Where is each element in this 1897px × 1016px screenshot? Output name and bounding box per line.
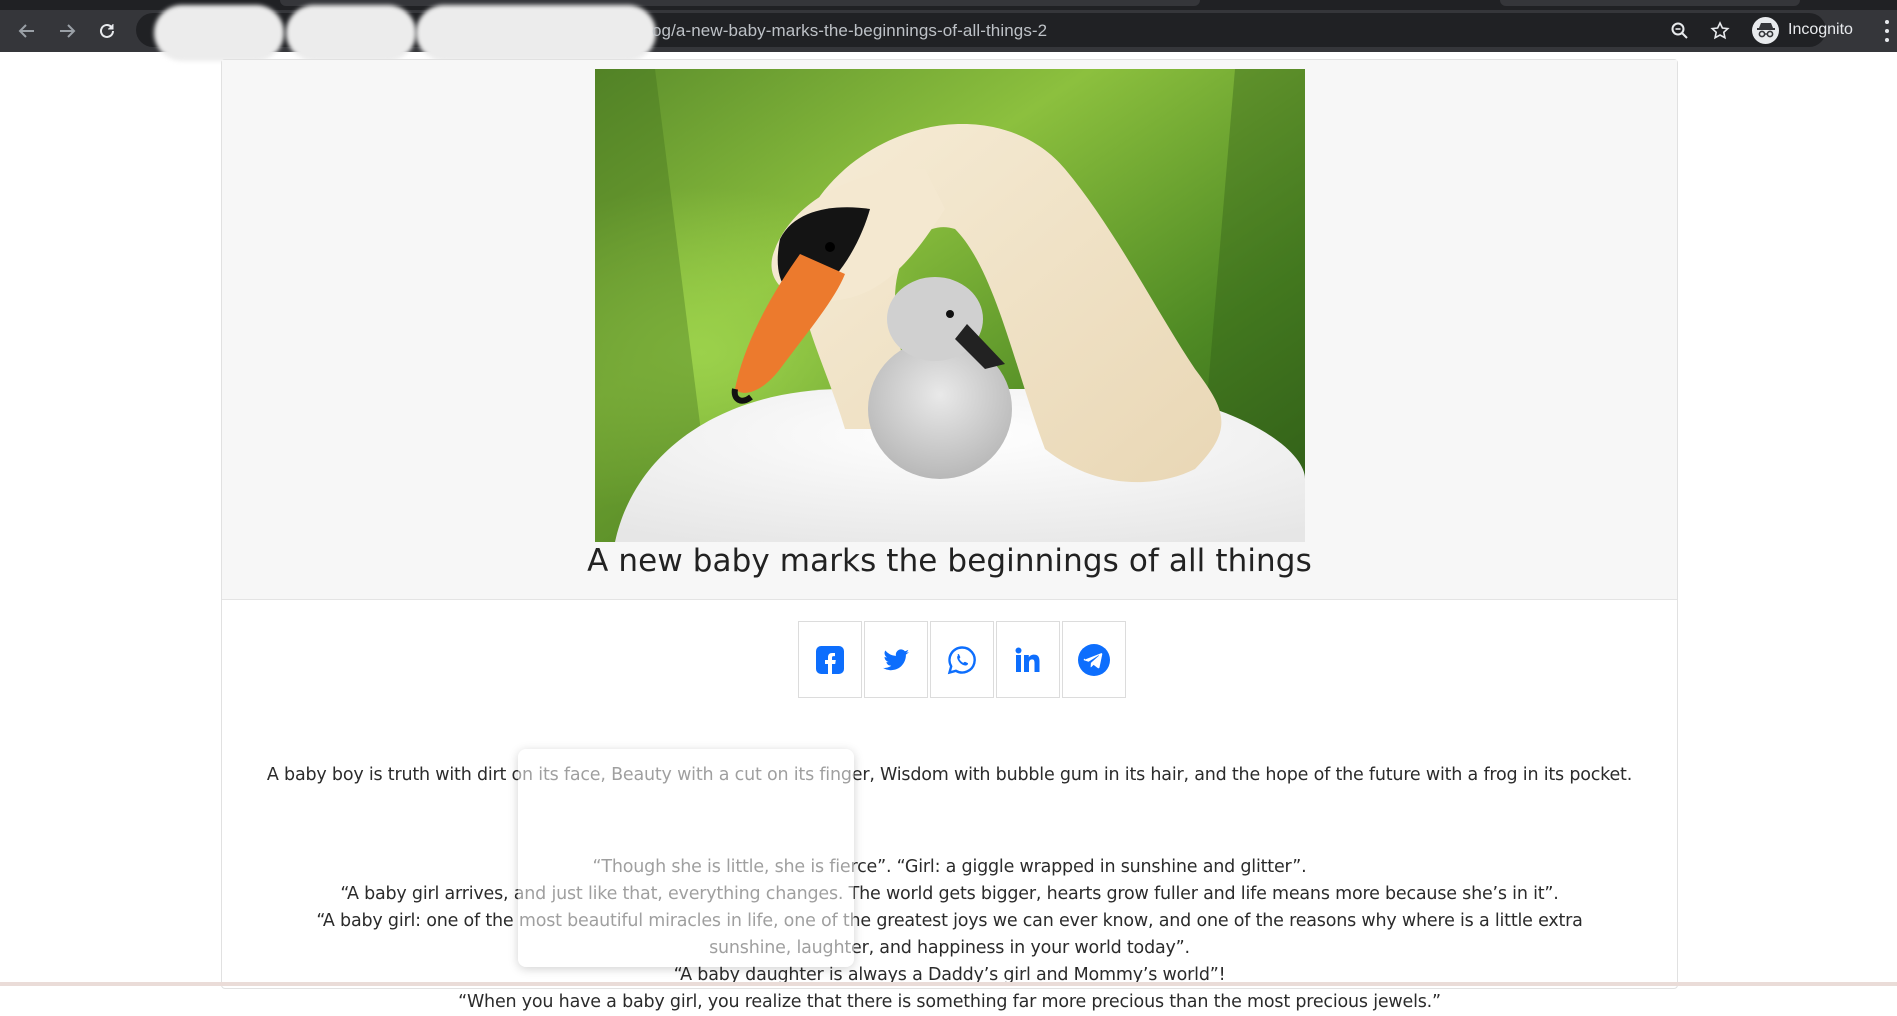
share-twitter-button[interactable] [864, 621, 928, 698]
incognito-icon [1752, 16, 1779, 44]
bookmark-button[interactable] [1707, 18, 1733, 44]
url-text[interactable]: og/a-new-baby-marks-the-beginnings-of-al… [652, 21, 1047, 41]
share-facebook-button[interactable] [798, 621, 862, 698]
incognito-label: Incognito [1788, 21, 1853, 38]
incognito-badge[interactable]: Incognito [1752, 15, 1853, 45]
address-bar[interactable]: og/a-new-baby-marks-the-beginnings-of-al… [136, 5, 1826, 61]
zoom-icon [1671, 22, 1688, 39]
twitter-icon [883, 648, 909, 670]
more-menu-icon[interactable] [1880, 20, 1894, 42]
browser-toolbar: og/a-new-baby-marks-the-beginnings-of-al… [0, 5, 1897, 61]
hero-image [595, 69, 1305, 542]
url-redaction [154, 5, 284, 61]
quotes-block: “Though she is little, she is fierce”. “… [282, 854, 1617, 1016]
active-tab[interactable] [280, 0, 1200, 6]
quote-line: “A baby girl: one of the most beautiful … [316, 911, 1583, 958]
forward-arrow-icon [60, 24, 76, 38]
page-bottom-border [0, 982, 1897, 986]
linkedin-icon [1015, 647, 1040, 672]
share-whatsapp-button[interactable] [930, 621, 994, 698]
share-linkedin-button[interactable] [996, 621, 1060, 698]
whatsapp-icon [947, 645, 976, 674]
back-arrow-icon [18, 24, 34, 38]
post-card: A new baby marks the beginnings of all t… [221, 59, 1678, 1012]
quote-line: “When you have a baby girl, you realize … [458, 992, 1441, 1012]
share-buttons [798, 621, 1126, 698]
tab-strip [0, 0, 1897, 10]
url-redaction [286, 5, 416, 61]
facebook-icon [816, 645, 844, 674]
forward-button[interactable] [49, 13, 85, 49]
quote-line: “A baby girl arrives, and just like that… [340, 884, 1559, 904]
post-lead: A baby boy is truth with dirt on its fac… [266, 765, 1633, 785]
post-header: A new baby marks the beginnings of all t… [222, 60, 1677, 600]
share-telegram-button[interactable] [1062, 621, 1126, 698]
post-title: A new baby marks the beginnings of all t… [587, 543, 1312, 579]
url-redaction [416, 5, 656, 61]
star-icon [1710, 21, 1730, 40]
zoom-button[interactable] [1667, 18, 1693, 44]
reload-button[interactable] [89, 13, 125, 49]
reload-icon [100, 23, 114, 38]
telegram-icon [1078, 643, 1110, 676]
quote-line: “Though she is little, she is fierce”. “… [592, 857, 1307, 877]
back-button[interactable] [9, 13, 45, 49]
browser-tab[interactable] [1500, 0, 1800, 6]
